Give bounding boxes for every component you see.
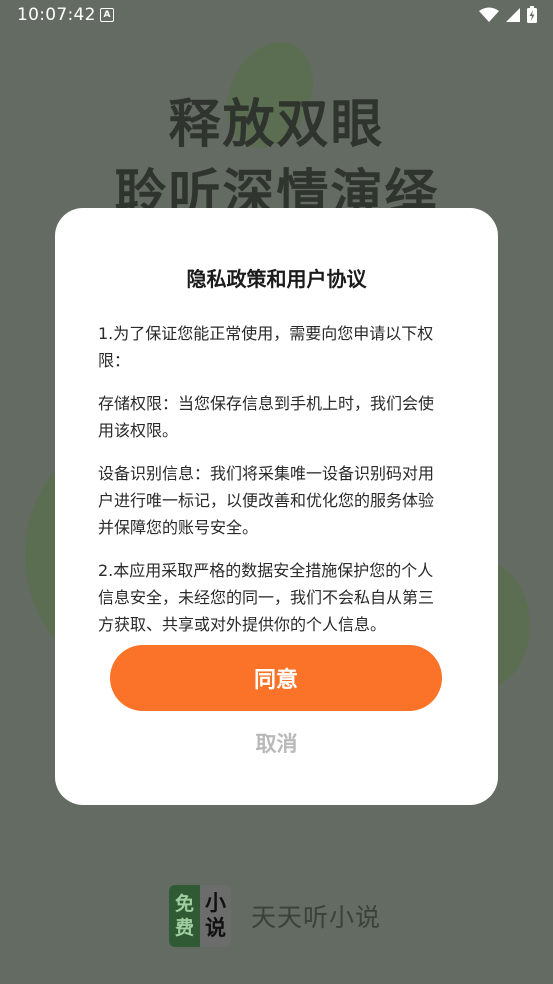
logo-left: 免 费 [169,885,200,947]
logo-char: 小 [205,891,226,915]
signal-icon [506,7,520,22]
status-bar: 10:07:42 A [0,0,553,30]
dialog-paragraph: 2.本应用采取严格的数据安全措施保护您的个人信息安全，未经您的同一，我们不会私自… [98,561,435,634]
cancel-button[interactable]: 取消 [55,728,498,762]
logo-char: 费 [174,917,194,939]
status-time: 10:07:42 [17,5,96,25]
dialog-title: 隐私政策和用户协议 [186,267,367,291]
dialog-paragraph: 存储权限：当您保存信息到手机上时，我们会使用该权限。 [98,394,435,440]
logo-right: 小 说 [200,885,231,947]
status-icons [479,6,537,23]
wifi-icon [479,7,499,22]
agree-button[interactable]: 同意 [110,645,442,711]
dialog-paragraph: 设备识别信息：我们将采集唯一设备识别码对用户进行唯一标记，以便改善和优化您的服务… [98,464,435,537]
bg-headline-line1: 释放双眼 [168,95,385,155]
logo-char: 免 [174,893,194,915]
dialog-body: 1.为了保证您能正常使用，需要向您申请以下权限： 存储权限：当您保存信息到手机上… [98,320,446,654]
app-name: 天天听小说 [251,903,382,932]
dialog-paragraph: 1.为了保证您能正常使用，需要向您申请以下权限： [98,324,434,370]
app-logo: 免 费 小 说 [169,885,231,947]
screen: 10:07:42 A 释放双眼 聆听深情演绎 隐私政策和用户协议 1.为了保证您… [0,0,553,984]
battery-charging-icon [527,6,537,23]
notification-icon: A [100,8,114,22]
logo-char: 说 [205,916,226,940]
privacy-dialog: 隐私政策和用户协议 1.为了保证您能正常使用，需要向您申请以下权限： 存储权限：… [55,208,498,805]
